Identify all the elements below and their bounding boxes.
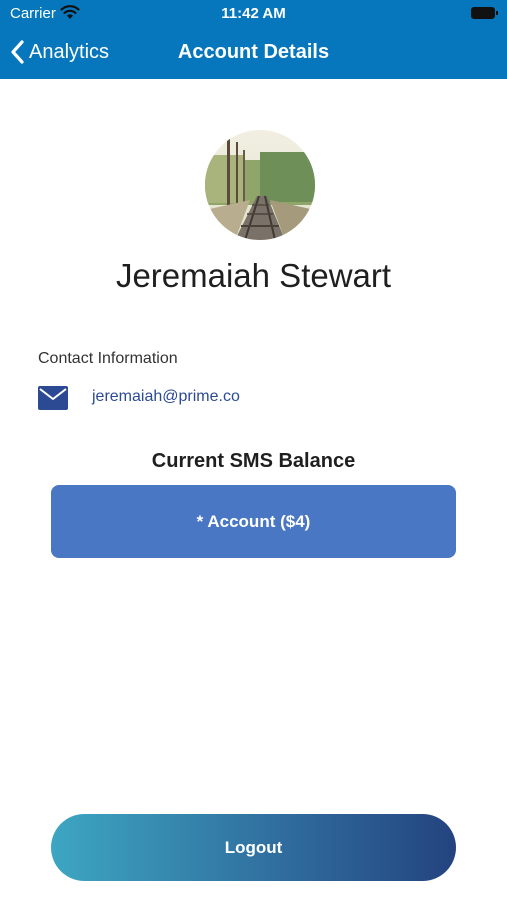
logout-label: Logout [224,837,283,857]
account-balance-button[interactable]: * Account ($4) [51,485,456,558]
account-balance-label: * Account ($4) [196,511,311,531]
logout-button[interactable]: Logout [51,814,456,881]
status-bar: Carrier 11:42 AM [0,0,507,28]
app-header: Carrier 11:42 AM Analytics Account Detai… [0,0,507,79]
avatar [205,130,315,240]
page-title: Account Details [177,41,330,63]
email-link[interactable]: jeremaiah@prime.co [92,388,240,406]
battery-icon [471,7,498,19]
status-time: 11:42 AM [221,5,286,22]
sms-balance-heading: Current SMS Balance [151,450,356,472]
navigation-bar: Analytics Account Details [0,30,507,76]
contact-info-heading: Contact Information [38,350,178,367]
profile-name: Jeremaiah Stewart [115,257,392,294]
avatar-photo [205,130,315,240]
mail-icon [38,386,68,410]
